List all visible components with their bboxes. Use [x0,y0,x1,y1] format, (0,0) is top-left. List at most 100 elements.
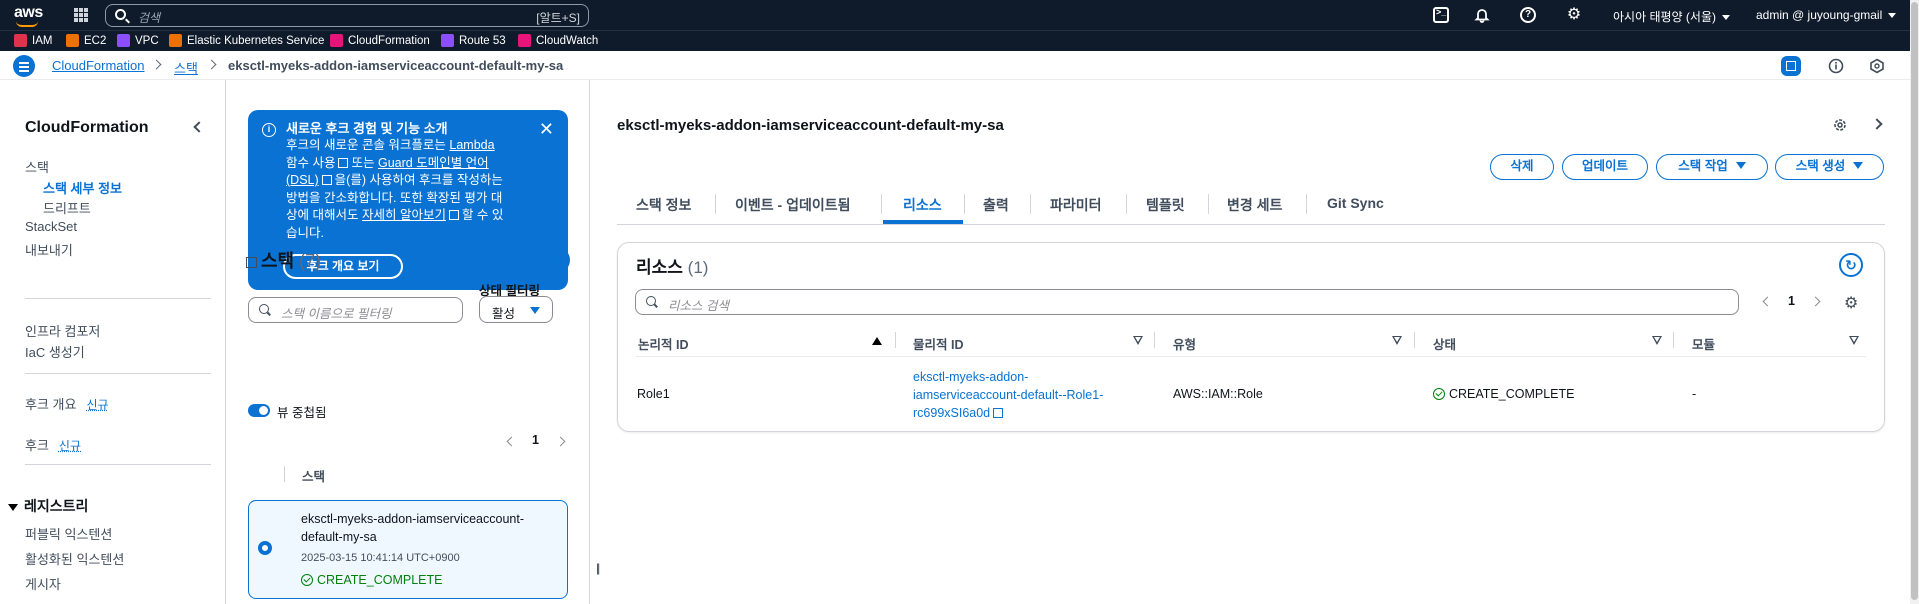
cloudshell-icon[interactable] [1433,7,1449,23]
column-physical-id[interactable]: 물리적 ID [913,334,963,353]
account-menu[interactable]: admin @ juyoung-gmail [1756,8,1897,22]
new-badge[interactable]: 신규 [86,398,108,412]
flash-text: 을(를) 사용하여 후크를 작성하는 [334,173,503,187]
column-status[interactable]: 상태 [1433,334,1456,353]
split-panel-icon[interactable] [1781,56,1801,76]
feedback-icon[interactable] [1867,56,1887,76]
stack-name[interactable]: eksctl-myeks-addon-iamserviceaccount- de… [301,510,524,546]
scrollbar-thumb[interactable] [1911,2,1918,600]
tab-events[interactable]: 이벤트 - 업데이트됨 [735,195,850,215]
stack-list-item-selected[interactable]: eksctl-myeks-addon-iamserviceaccount- de… [248,500,568,599]
nav-item-stacksets[interactable]: StackSet [25,219,77,234]
route53-icon [441,34,454,47]
tab-outputs[interactable]: 출력 [983,195,1009,215]
nav-item-hooks[interactable]: 후크 신규 [25,435,81,454]
page-number[interactable]: 1 [532,433,539,447]
ec2-icon [66,34,79,47]
nav-item-infra-composer[interactable]: 인프라 컴포저 [25,321,100,340]
sort-icon[interactable] [1392,336,1402,345]
favorite-iam[interactable]: IAM [14,34,52,47]
close-icon[interactable]: ✕ [539,119,554,140]
favorite-label: IAM [32,34,53,47]
new-badge[interactable]: 신규 [59,439,81,453]
breadcrumb-cloudformation[interactable]: CloudFormation [52,58,145,73]
resource-search-input[interactable]: 리소스 검색 [635,289,1739,315]
tab-divider [1126,194,1127,214]
delete-button[interactable]: 삭제 [1490,154,1554,180]
aws-logo[interactable]: aws [14,4,43,27]
column-type[interactable]: 유형 [1173,334,1196,353]
column-module[interactable]: 모듈 [1692,334,1715,353]
physical-id-text[interactable]: rc699xSI6a0d [913,406,990,420]
guard-dsl-link-cont[interactable]: (DSL) [286,173,319,187]
search-placeholder: 검색 [138,11,161,25]
resource-physical-id-link[interactable]: eksctl-myeks-addon- iamserviceaccount-de… [913,368,1103,422]
table-settings-gear-icon[interactable]: ⚙ [1844,293,1858,313]
column-logical-id[interactable]: 논리적 ID [638,334,688,353]
nav-section-registry[interactable]: 레지스트리 [8,496,88,516]
update-button[interactable]: 업데이트 [1562,154,1648,180]
learn-more-link[interactable]: 자세히 알아보기 [362,208,446,222]
create-stack-dropdown[interactable]: 스택 생성 [1775,154,1884,180]
notifications-bell-icon[interactable] [1474,7,1490,23]
nav-item-drifts[interactable]: 드리프트 [43,198,91,217]
stack-radio-button[interactable] [258,541,272,555]
nav-item-activated-extensions[interactable]: 활성화된 익스텐션 [25,549,124,568]
refresh-stacks-button[interactable]: ↻ [544,247,570,273]
nav-item-publishers[interactable]: 게시자 [25,574,61,593]
favorite-cloudformation[interactable]: CloudFormation [330,34,430,47]
previous-page-icon[interactable] [506,436,517,447]
nav-item-stacks[interactable]: 스택 [25,157,49,176]
favorite-vpc[interactable]: VPC [117,34,159,47]
sort-icon[interactable] [1849,336,1859,345]
physical-id-text[interactable]: eksctl-myeks-addon- [913,370,1028,384]
help-icon[interactable]: ? [1520,7,1536,23]
next-page-icon[interactable] [555,436,566,447]
favorite-route53[interactable]: Route 53 [441,34,506,47]
nested-view-toggle[interactable] [248,404,270,417]
sort-icon[interactable] [1133,336,1143,345]
physical-id-text[interactable]: iamserviceaccount-default--Role1- [913,388,1103,402]
tab-stack-info[interactable]: 스택 정보 [636,195,691,215]
tab-change-sets[interactable]: 변경 세트 [1227,195,1282,215]
expand-chevron-icon[interactable] [1871,118,1883,130]
status-filter-select[interactable]: 활성 [479,296,553,323]
tab-resources[interactable]: 리소스 [903,195,942,215]
resources-heading: 리소스 (1) [636,253,708,278]
button-label: 스택 생성 [1795,159,1846,173]
settings-gear-icon[interactable]: ⚙ [1566,7,1582,23]
collapse-nav-icon[interactable] [193,121,205,133]
nav-item-stack-details[interactable]: 스택 세부 정보 [43,178,122,197]
breadcrumb-current: eksctl-myeks-addon-iamserviceaccount-def… [228,58,564,73]
resources-page-number[interactable]: 1 [1788,294,1795,308]
sort-ascending-icon[interactable] [872,337,882,345]
panel-resize-handle[interactable]: || [596,561,600,575]
settings-gear-icon[interactable] [1832,117,1848,136]
nav-item-exports[interactable]: 내보내기 [25,240,73,259]
tab-git-sync[interactable]: Git Sync [1327,195,1384,211]
favorite-eks[interactable]: Elastic Kubernetes Service [169,34,324,47]
region-selector[interactable]: 아시아 태평양 (서울) [1613,8,1730,25]
hamburger-menu-icon[interactable] [13,55,35,77]
nav-item-iac-generator[interactable]: IaC 생성기 [25,342,85,361]
breadcrumb-stacks[interactable]: 스택 [174,58,198,77]
refresh-resources-button[interactable]: ↻ [1839,253,1863,277]
collapse-icon[interactable] [246,257,257,268]
favorite-ec2[interactable]: EC2 [66,34,106,47]
global-search-input[interactable]: 검색 [알트+S] [105,4,589,27]
lambda-link[interactable]: Lambda [449,138,494,152]
tab-template[interactable]: 템플릿 [1146,195,1185,215]
breadcrumb-chevron-icon [151,59,162,70]
stack-actions-dropdown[interactable]: 스택 작업 [1656,154,1768,180]
page-scrollbar[interactable] [1910,0,1919,604]
flash-heading: 새로운 후크 경험 및 기능 소개 [286,121,448,136]
guard-dsl-link[interactable]: Guard 도메인별 언어 [378,156,489,170]
sort-icon[interactable] [1652,336,1662,345]
stack-name-filter-input[interactable]: 스택 이름으로 필터링 [248,297,463,323]
services-menu-icon[interactable] [74,8,88,22]
tab-parameters[interactable]: 파라미터 [1050,195,1102,215]
nav-item-public-extensions[interactable]: 퍼블릭 익스텐션 [25,524,112,543]
nav-item-hooks-overview[interactable]: 후크 개요 신규 [25,394,109,413]
favorite-cloudwatch[interactable]: CloudWatch [518,34,598,47]
info-icon[interactable] [1826,56,1846,76]
